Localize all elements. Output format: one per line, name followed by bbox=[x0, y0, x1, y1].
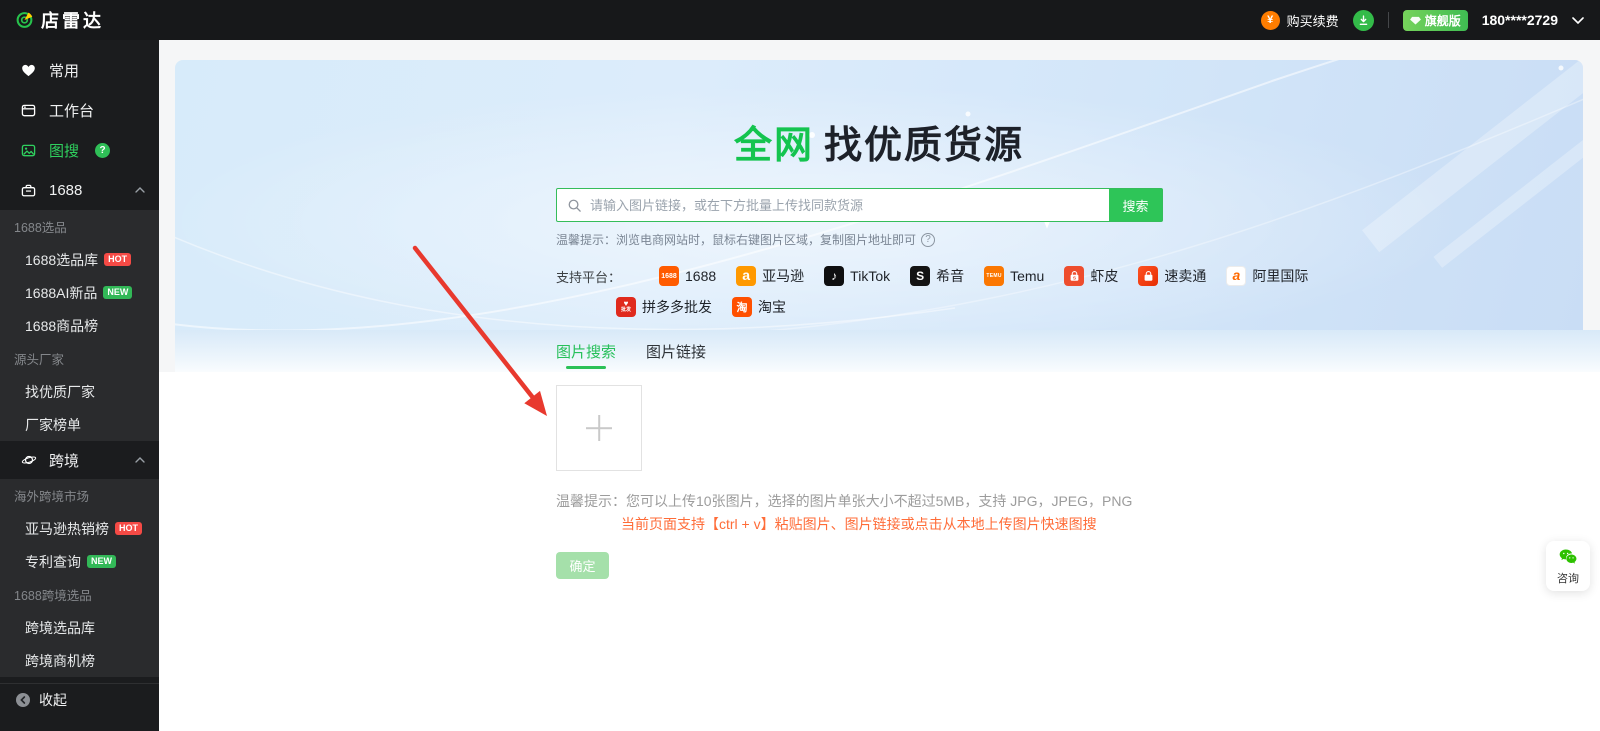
platform-1688-icon: 1688 bbox=[659, 266, 679, 286]
tab-image-search[interactable]: 图片搜索 bbox=[556, 330, 616, 372]
sidebar-item-patent-query[interactable]: 专利查询 NEW bbox=[0, 545, 159, 578]
tab-strip: 图片搜索 图片链接 bbox=[175, 330, 1600, 372]
platforms-row-1: 支持平台： 1688 1688 a 亚马逊 ♪ TikTok S 希音 TEMU… bbox=[556, 266, 1308, 286]
sidebar-section-1688-select: 1688选品 bbox=[0, 210, 159, 243]
platform-tiktok[interactable]: ♪ TikTok bbox=[824, 266, 890, 286]
wechat-icon bbox=[1557, 546, 1579, 568]
sidebar-item-crossborder[interactable]: 跨境 bbox=[0, 441, 159, 479]
collapse-circle-icon bbox=[14, 692, 31, 708]
app-root: 店雷达 ¥ 购买续费 旗舰版 180****2729 bbox=[0, 0, 1600, 731]
help-question-icon[interactable]: ? bbox=[95, 143, 110, 158]
alibaba-icon: a bbox=[1226, 266, 1246, 286]
topbar-right: ¥ 购买续费 旗舰版 180****2729 bbox=[1261, 10, 1584, 31]
sidebar: 常用 工作台 图搜 ? 1688 1688选品 bbox=[0, 40, 159, 731]
chevron-down-icon[interactable] bbox=[1572, 17, 1584, 24]
sidebar-section-1688-crossborder: 1688跨境选品 bbox=[0, 578, 159, 611]
sidebar-item-1688-pool[interactable]: 1688选品库 HOT bbox=[0, 243, 159, 276]
platforms-label: 支持平台： bbox=[556, 267, 621, 286]
platforms-row-2: ♥批发 拼多多批发 淘 淘宝 bbox=[616, 297, 786, 317]
download-icon[interactable] bbox=[1353, 10, 1374, 31]
sidebar-item-find-factory[interactable]: 找优质厂家 bbox=[0, 375, 159, 408]
radar-logo-icon bbox=[16, 7, 33, 33]
content-panel bbox=[159, 372, 1600, 731]
topbar-divider bbox=[1388, 12, 1389, 28]
search-icon bbox=[567, 198, 582, 213]
tab-image-link[interactable]: 图片链接 bbox=[646, 330, 706, 372]
amazon-icon: a bbox=[736, 266, 756, 286]
upload-dropzone[interactable] bbox=[556, 385, 642, 471]
brand[interactable]: 店雷达 bbox=[16, 7, 104, 33]
sidebar-item-crossborder-pool[interactable]: 跨境选品库 bbox=[0, 611, 159, 644]
consult-label: 咨询 bbox=[1557, 570, 1579, 586]
platform-pinduoduo[interactable]: ♥批发 拼多多批发 bbox=[616, 297, 712, 317]
hot-badge: HOT bbox=[115, 522, 142, 535]
platform-shopee[interactable]: S 虾皮 bbox=[1064, 266, 1118, 286]
chevron-up-icon[interactable] bbox=[135, 457, 145, 463]
sidebar-item-crossborder-rank[interactable]: 跨境商机榜 bbox=[0, 644, 159, 677]
question-circle-icon[interactable]: ? bbox=[921, 233, 935, 247]
sidebar-item-common[interactable]: 常用 bbox=[0, 50, 159, 90]
planet-icon bbox=[20, 453, 37, 467]
platform-aliexpress[interactable]: 速卖通 bbox=[1138, 266, 1206, 286]
sidebar-collapse-button[interactable]: 收起 bbox=[0, 683, 159, 716]
sidebar-section-source-factory: 源头厂家 bbox=[0, 342, 159, 375]
sidebar-item-workbench[interactable]: 工作台 bbox=[0, 90, 159, 130]
hot-badge: HOT bbox=[104, 253, 131, 266]
sidebar-item-amazon-hot[interactable]: 亚马逊热销榜 HOT bbox=[0, 512, 159, 545]
image-link-search-bar: 搜索 bbox=[556, 188, 1163, 222]
search-input[interactable] bbox=[582, 198, 1109, 213]
confirm-button[interactable]: 确定 bbox=[556, 552, 609, 579]
search-button[interactable]: 搜索 bbox=[1109, 189, 1162, 221]
topbar: 店雷达 ¥ 购买续费 旗舰版 180****2729 bbox=[0, 0, 1600, 40]
sidebar-panel-1688: 1688选品 1688选品库 HOT 1688AI新品 NEW 1688商品榜 … bbox=[0, 210, 159, 441]
plan-badge: 旗舰版 bbox=[1403, 10, 1468, 31]
tiktok-icon: ♪ bbox=[824, 266, 844, 286]
diamond-icon bbox=[1410, 16, 1421, 25]
consult-widget[interactable]: 咨询 bbox=[1546, 541, 1590, 591]
plus-icon bbox=[586, 415, 612, 441]
workbench-icon bbox=[20, 103, 37, 118]
yen-circle-icon: ¥ bbox=[1261, 11, 1280, 30]
page-title: 全网找优质货源 bbox=[175, 114, 1583, 169]
chevron-up-icon[interactable] bbox=[135, 187, 145, 193]
sidebar-item-factory-rank[interactable]: 厂家榜单 bbox=[0, 408, 159, 441]
shopee-icon: S bbox=[1064, 266, 1084, 286]
sidebar-section-overseas: 海外跨境市场 bbox=[0, 479, 159, 512]
buy-renew-button[interactable]: ¥ 购买续费 bbox=[1261, 11, 1339, 30]
new-badge: NEW bbox=[87, 555, 116, 568]
shein-icon: S bbox=[910, 266, 930, 286]
taobao-icon: 淘 bbox=[732, 297, 752, 317]
brand-name: 店雷达 bbox=[41, 7, 104, 33]
tabs: 图片搜索 图片链接 bbox=[175, 330, 1600, 372]
sidebar-item-1688-rank[interactable]: 1688商品榜 bbox=[0, 309, 159, 342]
new-badge: NEW bbox=[103, 286, 132, 299]
pinduoduo-icon: ♥批发 bbox=[616, 297, 636, 317]
image-search-icon bbox=[20, 143, 37, 158]
platform-amazon[interactable]: a 亚马逊 bbox=[736, 266, 804, 286]
banner-hint: 温馨提示：浏览电商网站时，鼠标右键图片区域，复制图片地址即可 ? bbox=[556, 231, 935, 248]
account-phone: 180****2729 bbox=[1482, 12, 1558, 28]
upload-tip-gray: 温馨提示：您可以上传10张图片，选择的图片单张大小不超过5MB，支持 JPG，J… bbox=[556, 491, 1132, 511]
platform-temu[interactable]: TEMU Temu bbox=[984, 266, 1044, 286]
upload-tip-orange: 当前页面支持【ctrl + v】粘贴图片、图片链接或点击从本地上传图片快速图搜 bbox=[621, 514, 1097, 534]
main-content: 图片搜索 图片链接 全网找优质货源 搜索 温馨提示：浏览电商网站时，鼠标右键图片… bbox=[159, 40, 1600, 731]
sidebar-item-1688[interactable]: 1688 bbox=[0, 170, 159, 210]
briefcase-icon bbox=[20, 183, 37, 198]
sidebar-panel-crossborder: 海外跨境市场 亚马逊热销榜 HOT 专利查询 NEW 1688跨境选品 跨境选品… bbox=[0, 479, 159, 677]
aliexpress-icon bbox=[1138, 266, 1158, 286]
platform-shein[interactable]: S 希音 bbox=[910, 266, 964, 286]
sidebar-item-1688-ai-new[interactable]: 1688AI新品 NEW bbox=[0, 276, 159, 309]
platform-alibaba[interactable]: a 阿里国际 bbox=[1226, 266, 1308, 286]
platform-taobao[interactable]: 淘 淘宝 bbox=[732, 297, 786, 317]
temu-icon: TEMU bbox=[984, 266, 1004, 286]
sidebar-item-image-search[interactable]: 图搜 ? bbox=[0, 130, 159, 170]
heart-icon bbox=[20, 64, 37, 77]
platform-1688[interactable]: 1688 1688 bbox=[659, 266, 716, 286]
